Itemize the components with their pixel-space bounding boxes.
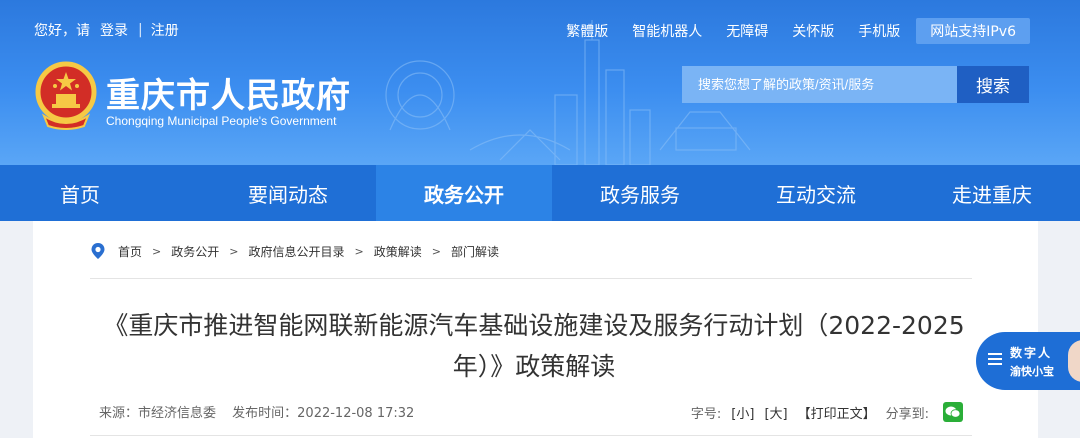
register-link[interactable]: 注册 — [151, 20, 179, 40]
article-meta: 来源：市经济信息委 发布时间：2022-12-08 17:32 — [99, 402, 426, 421]
share-label: 分享到: — [885, 406, 929, 422]
breadcrumb-separator: > — [152, 244, 162, 258]
breadcrumb-separator: > — [431, 244, 441, 258]
breadcrumb-separator: > — [229, 244, 239, 258]
widget-title: 数字人 — [1010, 346, 1053, 360]
site-title[interactable]: 重庆市人民政府 — [106, 68, 351, 117]
menu-icon — [988, 353, 1002, 365]
care-version-link[interactable]: 关怀版 — [792, 21, 834, 41]
site-subtitle: Chongqing Municipal People's Government — [106, 114, 337, 128]
wechat-share-icon[interactable] — [943, 402, 963, 422]
breadcrumb-home[interactable]: 首页 — [118, 243, 142, 260]
breadcrumb-government-affairs[interactable]: 政务公开 — [171, 243, 219, 260]
traditional-chinese-link[interactable]: 繁體版 — [566, 21, 608, 41]
breadcrumb-info-catalog[interactable]: 政府信息公开目录 — [248, 243, 344, 260]
nav-item-government-affairs[interactable]: 政务公开 — [376, 165, 552, 221]
article-source: 来源：市经济信息委 — [99, 406, 217, 421]
article-title: 《重庆市推进智能网联新能源汽车基础设施建设及服务行动计划（2022-2025年）… — [103, 311, 965, 381]
article-tools: 字号: [小] [大] 【打印正文】 分享到: — [681, 402, 963, 422]
location-pin-icon — [91, 243, 105, 259]
breadcrumb-separator: > — [354, 244, 364, 258]
smart-robot-link[interactable]: 智能机器人 — [632, 21, 702, 41]
breadcrumb: 首页 > 政务公开 > 政府信息公开目录 > 政策解读 > 部门解读 — [90, 242, 499, 260]
ipv6-badge: 网站支持IPv6 — [916, 18, 1030, 44]
font-small-button[interactable]: [小] — [731, 403, 754, 422]
login-link[interactable]: 登录 — [100, 20, 128, 40]
national-emblem-icon — [35, 61, 97, 130]
breadcrumb-policy-interpretation[interactable]: 政策解读 — [374, 243, 422, 260]
search-bar: 搜索 — [682, 66, 1029, 103]
accessibility-link[interactable]: 无障碍 — [726, 21, 768, 41]
search-input[interactable] — [682, 66, 957, 103]
font-large-button[interactable]: [大] — [764, 403, 787, 422]
widget-avatar — [1068, 340, 1080, 382]
font-size-label: 字号: — [690, 406, 722, 422]
article-publish-time: 发布时间：2022-12-08 17:32 — [232, 406, 415, 421]
mobile-version-link[interactable]: 手机版 — [858, 21, 900, 41]
greeting-text: 您好，请 — [34, 23, 90, 39]
main-nav: 首页 要闻动态 政务公开 政务服务 互动交流 走进重庆 — [0, 165, 1080, 221]
widget-name: 渝快小宝 — [1010, 365, 1054, 378]
site-header: 您好，请 登录 | 注册 繁體版 智能机器人 无障碍 关怀版 手机版 网站支持I… — [0, 0, 1080, 165]
wechat-bubble-icon — [945, 406, 961, 418]
nav-item-about-chongqing[interactable]: 走进重庆 — [904, 165, 1080, 221]
nav-item-news[interactable]: 要闻动态 — [200, 165, 376, 221]
digital-human-widget[interactable]: 数字人 渝快小宝 — [976, 332, 1080, 390]
search-button[interactable]: 搜索 — [957, 66, 1029, 103]
print-button[interactable]: 【打印正文】 — [798, 403, 876, 422]
article-panel: 首页 > 政务公开 > 政府信息公开目录 > 政策解读 > 部门解读 《重庆市推… — [33, 221, 1038, 438]
topbar-divider: | — [138, 22, 143, 38]
breadcrumb-department-interpretation[interactable]: 部门解读 — [451, 243, 499, 260]
meta-divider — [90, 435, 972, 436]
nav-item-interaction[interactable]: 互动交流 — [728, 165, 904, 221]
breadcrumb-divider — [90, 278, 972, 279]
nav-item-services[interactable]: 政务服务 — [552, 165, 728, 221]
nav-item-home[interactable]: 首页 — [0, 165, 200, 221]
